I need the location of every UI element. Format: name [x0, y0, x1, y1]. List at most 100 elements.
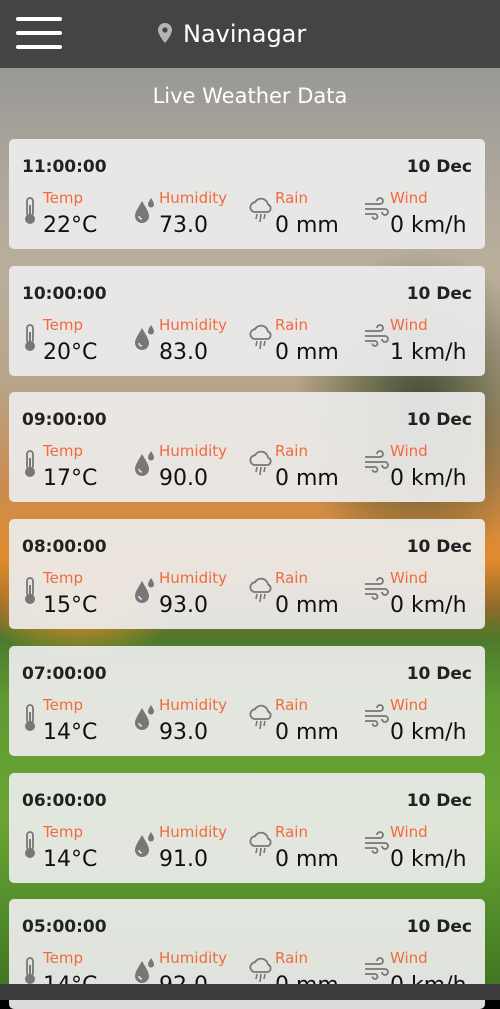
- location-pin-icon: [158, 23, 172, 43]
- humidity-value: 93.0: [159, 593, 208, 619]
- temp-value: 14°C: [43, 846, 98, 872]
- humidity-drops-icon: [133, 831, 157, 863]
- record-date: 10 Dec: [406, 790, 472, 811]
- wind-icon: [363, 703, 389, 732]
- hamburger-menu-icon[interactable]: [16, 17, 62, 49]
- temp-label: Temp: [43, 189, 83, 207]
- rain-cloud-icon: [248, 704, 274, 736]
- record-time: 05:00:00: [22, 917, 107, 938]
- record-time: 09:00:00: [22, 410, 107, 431]
- record-time: 08:00:00: [22, 537, 107, 558]
- wind-value: 0 km/h: [390, 846, 467, 872]
- app-header: Navinagar: [0, 0, 500, 68]
- record-time: 11:00:00: [22, 157, 107, 177]
- wind-icon: [363, 577, 389, 605]
- weather-card[interactable]: 10:00:00 10 Dec Temp 20°C Humidity 83.0 Rain 0 …: [9, 265, 485, 376]
- temp-label: Temp: [43, 315, 83, 334]
- temp-label: Temp: [43, 569, 83, 588]
- wind-icon: [363, 450, 389, 478]
- record-time: 07:00:00: [22, 663, 107, 684]
- temp-value: 15°C: [43, 593, 98, 619]
- wind-label: Wind: [390, 822, 428, 841]
- weather-card[interactable]: 08:00:00 10 Dec Temp 15°C Humidity 93.0 Rain 0 …: [9, 519, 485, 630]
- wind-value: 0 km/h: [390, 213, 467, 238]
- humidity-label: Humidity: [159, 822, 228, 841]
- temp-value: 22°C: [43, 213, 98, 238]
- humidity-drops-icon: [133, 450, 157, 482]
- humidity-drops-icon: [133, 577, 157, 609]
- wind-icon: [363, 957, 389, 985]
- temp-value: 14°C: [43, 719, 98, 745]
- humidity-drops-icon: [133, 197, 157, 229]
- humidity-label: Humidity: [159, 315, 228, 334]
- rain-label: Rain: [275, 822, 308, 841]
- wind-label: Wind: [390, 569, 428, 588]
- humidity-drops-icon: [133, 704, 157, 736]
- weather-card[interactable]: 07:00:00 10 Dec Temp 14°C Humidity 93.0 Rain 0 …: [9, 645, 485, 756]
- wind-icon: [363, 323, 389, 352]
- humidity-drops-icon: [133, 324, 157, 356]
- humidity-label: Humidity: [159, 189, 228, 207]
- humidity-value: 93.0: [159, 719, 208, 745]
- rain-cloud-icon: [248, 324, 274, 356]
- thermometer-icon: [22, 450, 38, 482]
- record-date: 10 Dec: [406, 917, 472, 938]
- bottom-edge: [0, 984, 500, 1000]
- wind-value: 1 km/h: [390, 339, 467, 365]
- temp-value: 17°C: [43, 466, 98, 492]
- rain-value: 0 mm: [275, 213, 339, 238]
- rain-value: 0 mm: [275, 719, 339, 745]
- temp-label: Temp: [43, 442, 83, 461]
- weather-card[interactable]: 06:00:00 10 Dec Temp 14°C Humidity 91.0 Rain 0 …: [9, 772, 485, 883]
- humidity-label: Humidity: [159, 695, 228, 714]
- wind-value: 0 km/h: [390, 593, 467, 619]
- thermometer-icon: [22, 703, 38, 736]
- humidity-value: 91.0: [159, 846, 208, 872]
- record-time: 06:00:00: [22, 790, 107, 811]
- wind-label: Wind: [390, 949, 428, 968]
- wind-label: Wind: [390, 695, 428, 714]
- thermometer-icon: [22, 197, 38, 229]
- humidity-label: Humidity: [159, 442, 228, 461]
- weather-record-list[interactable]: 11:00:00 10 Dec Temp 22°C Humidity 73.0 Rain 0 …: [0, 0, 500, 1009]
- humidity-label: Humidity: [159, 949, 228, 968]
- rain-label: Rain: [275, 315, 308, 334]
- rain-cloud-icon: [248, 577, 274, 609]
- weather-card[interactable]: 11:00:00 10 Dec Temp 22°C Humidity 73.0 Rain 0 …: [9, 139, 485, 249]
- temp-label: Temp: [43, 822, 83, 841]
- wind-icon: [363, 830, 389, 859]
- page-subtitle: Live Weather Data: [152, 84, 348, 108]
- rain-cloud-icon: [248, 450, 274, 482]
- rain-value: 0 mm: [275, 846, 339, 872]
- wind-value: 0 km/h: [390, 466, 467, 492]
- rain-label: Rain: [275, 189, 308, 207]
- temp-label: Temp: [43, 949, 83, 968]
- wind-label: Wind: [390, 442, 428, 461]
- record-date: 10 Dec: [406, 283, 472, 304]
- thermometer-icon: [22, 830, 38, 863]
- wind-label: Wind: [390, 189, 428, 207]
- rain-label: Rain: [275, 442, 308, 461]
- rain-label: Rain: [275, 569, 308, 588]
- rain-label: Rain: [275, 695, 308, 714]
- wind-icon: [363, 197, 389, 225]
- wind-label: Wind: [390, 315, 428, 334]
- record-date: 10 Dec: [406, 157, 472, 177]
- temp-label: Temp: [43, 695, 83, 714]
- location-name[interactable]: Navinagar: [183, 17, 306, 51]
- record-time: 10:00:00: [22, 283, 107, 304]
- record-date: 10 Dec: [406, 410, 472, 431]
- humidity-label: Humidity: [159, 569, 228, 588]
- rain-cloud-icon: [248, 197, 274, 229]
- humidity-value: 90.0: [159, 466, 208, 492]
- record-date: 10 Dec: [406, 663, 472, 684]
- humidity-value: 73.0: [159, 213, 208, 238]
- rain-value: 0 mm: [275, 339, 339, 365]
- temp-value: 20°C: [43, 339, 98, 365]
- thermometer-icon: [22, 323, 38, 356]
- rain-label: Rain: [275, 949, 308, 968]
- humidity-value: 83.0: [159, 339, 208, 365]
- weather-card[interactable]: 09:00:00 10 Dec Temp 17°C Humidity 90.0 Rain 0 …: [9, 392, 485, 503]
- rain-cloud-icon: [248, 831, 274, 863]
- record-date: 10 Dec: [406, 537, 472, 558]
